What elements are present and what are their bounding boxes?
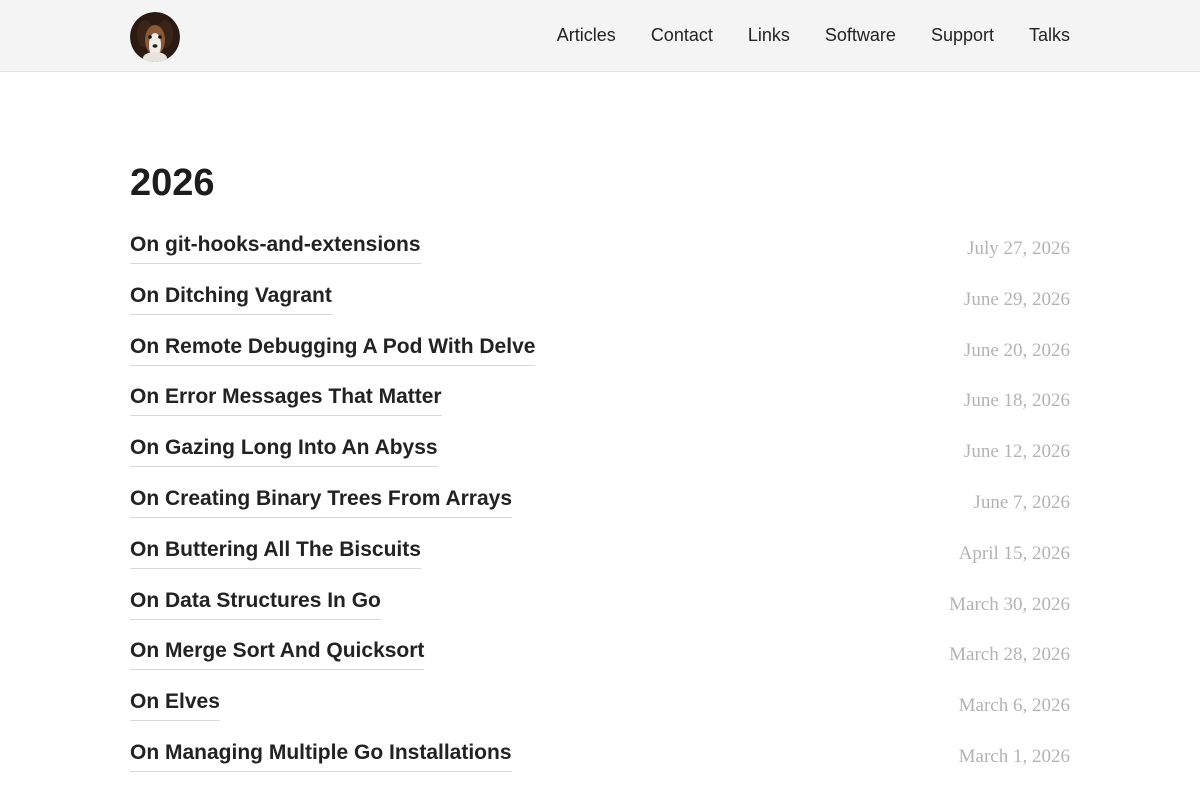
post-title-link[interactable]: On Gazing Long Into An Abyss <box>130 434 438 468</box>
post-title-link[interactable]: On Ditching Vagrant <box>130 282 332 315</box>
list-item: On Ditching Vagrant June 29, 2026 <box>130 280 1070 331</box>
dog-avatar-icon <box>130 12 180 62</box>
post-title-link[interactable]: On git-hooks-and-extensions <box>130 231 421 264</box>
post-title-link[interactable]: On Error Messages That Matter <box>130 383 442 417</box>
year-heading: 2026 <box>130 162 215 204</box>
list-item: On Gazing Long Into An Abyss June 12, 20… <box>130 432 1070 483</box>
post-date: March 1, 2026 <box>958 745 1070 767</box>
list-item: On Data Structures In Go March 30, 2026 <box>130 585 1070 636</box>
post-title-link[interactable]: On Merge Sort And Quicksort <box>130 637 425 671</box>
nav-articles[interactable]: Articles <box>557 25 616 45</box>
list-item: On Merge Sort And Quicksort March 28, 20… <box>130 635 1070 686</box>
nav-links[interactable]: Links <box>748 25 790 45</box>
main-nav: Articles Contact Links Software Support … <box>522 0 1070 71</box>
post-title-link[interactable]: On Creating Binary Trees From Arrays <box>130 485 513 518</box>
post-date: July 27, 2026 <box>967 238 1070 259</box>
list-item: On Elves March 6, 2026 <box>130 686 1070 737</box>
post-date: June 12, 2026 <box>963 441 1070 463</box>
post-title-link[interactable]: On Elves <box>130 688 220 722</box>
post-date: March 30, 2026 <box>949 593 1070 615</box>
post-date: April 15, 2026 <box>958 542 1070 564</box>
post-date: March 28, 2026 <box>949 644 1070 666</box>
post-date: June 7, 2026 <box>973 491 1070 513</box>
post-date: March 6, 2026 <box>958 695 1070 717</box>
post-date: June 20, 2026 <box>963 339 1070 361</box>
post-date: June 29, 2026 <box>963 288 1070 310</box>
post-date: June 18, 2026 <box>963 390 1070 412</box>
avatar[interactable] <box>130 12 180 62</box>
list-item: On Remote Debugging A Pod With Delve Jun… <box>130 331 1070 382</box>
post-list: On git-hooks-and-extensions July 27, 202… <box>130 229 1070 788</box>
nav-talks[interactable]: Talks <box>1029 25 1070 45</box>
post-title-link[interactable]: On Data Structures In Go <box>130 587 381 620</box>
nav-contact[interactable]: Contact <box>651 25 713 45</box>
site-header: Articles Contact Links Software Support … <box>0 0 1200 72</box>
list-item: On Buttering All The Biscuits April 15, … <box>130 534 1070 585</box>
nav-support[interactable]: Support <box>931 25 994 45</box>
list-item: On Creating Binary Trees From Arrays Jun… <box>130 483 1070 534</box>
list-item: On Managing Multiple Go Installations Ma… <box>130 737 1070 788</box>
list-item: On git-hooks-and-extensions July 27, 202… <box>130 229 1070 280</box>
post-title-link[interactable]: On Remote Debugging A Pod With Delve <box>130 333 536 366</box>
nav-software[interactable]: Software <box>825 25 896 45</box>
list-item: On Error Messages That Matter June 18, 2… <box>130 381 1070 432</box>
post-title-link[interactable]: On Buttering All The Biscuits <box>130 536 421 569</box>
post-title-link[interactable]: On Managing Multiple Go Installations <box>130 739 512 772</box>
